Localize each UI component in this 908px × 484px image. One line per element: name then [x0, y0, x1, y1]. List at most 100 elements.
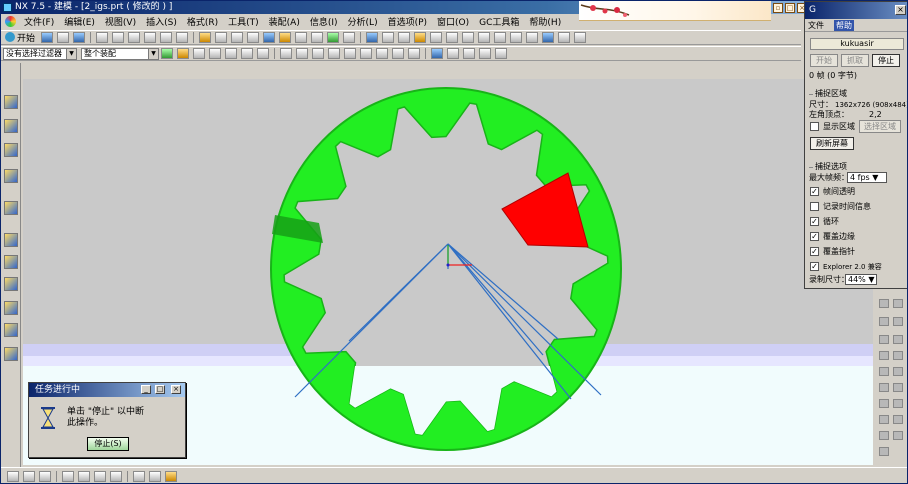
capture-grab-button[interactable]: 抓取 [841, 54, 869, 67]
process-studio-icon[interactable] [4, 277, 18, 291]
dock-icon[interactable] [879, 367, 889, 376]
dock-icon[interactable] [893, 299, 903, 308]
analysis-icon[interactable] [165, 471, 177, 482]
cover-border-checkbox[interactable]: ✓ [810, 232, 819, 241]
dock-icon[interactable] [879, 351, 889, 360]
capture-stop-button[interactable]: 停止 [872, 54, 900, 67]
record-size-dropdown[interactable]: 44% ▼ [845, 274, 877, 285]
wireframe-icon[interactable] [311, 32, 324, 43]
select-point-icon[interactable] [344, 48, 356, 59]
dock-icon[interactable] [879, 447, 889, 456]
stop-button[interactable]: 停止(S) [87, 437, 129, 451]
dock-icon[interactable] [879, 383, 889, 392]
capture-menu-file[interactable]: 文件 [808, 20, 824, 31]
selection-filter-dropdown[interactable]: 没有选择过滤器 ▼ [3, 47, 77, 60]
shaded-icon[interactable] [295, 32, 308, 43]
menu-file[interactable]: 文件(F) [19, 15, 59, 28]
reuse-library-icon[interactable] [4, 169, 18, 183]
fit-view-icon[interactable] [215, 32, 228, 43]
system-materials-icon[interactable] [4, 255, 18, 269]
show-area-checkbox[interactable] [810, 122, 819, 131]
maximize-icon[interactable]: □ [785, 3, 795, 13]
view-front-icon[interactable] [447, 48, 459, 59]
dock-icon[interactable] [893, 367, 903, 376]
web-browser-icon[interactable] [4, 201, 18, 215]
select-curve-icon[interactable] [328, 48, 340, 59]
copy-icon[interactable] [112, 32, 125, 43]
dock-icon[interactable] [893, 383, 903, 392]
paste-icon[interactable] [128, 32, 141, 43]
orient-view-icon[interactable] [263, 32, 276, 43]
record-time-checkbox[interactable] [810, 202, 819, 211]
dock-icon[interactable] [879, 415, 889, 424]
chamfer-icon[interactable] [510, 32, 523, 43]
revolve-icon[interactable] [446, 32, 459, 43]
dock-icon[interactable] [879, 335, 889, 344]
measure-angle-icon[interactable] [149, 471, 161, 482]
snap-midpoint-icon[interactable] [209, 48, 221, 59]
line-icon[interactable] [558, 32, 571, 43]
sketch-icon[interactable] [414, 32, 427, 43]
dock-icon[interactable] [893, 399, 903, 408]
menu-edit[interactable]: 编辑(E) [59, 15, 100, 28]
constraint-navigator-icon[interactable] [4, 119, 18, 133]
menu-format[interactable]: 格式(R) [182, 15, 223, 28]
snap-intersect-icon[interactable] [257, 48, 269, 59]
start-button[interactable]: 开始 [3, 31, 39, 44]
select-edge-icon[interactable] [312, 48, 324, 59]
move-icon[interactable] [62, 471, 74, 482]
general-select-icon[interactable] [177, 48, 189, 59]
loop-checkbox[interactable]: ✓ [810, 217, 819, 226]
dock-icon[interactable] [893, 415, 903, 424]
snap-center-icon[interactable] [225, 48, 237, 59]
redo-icon[interactable] [176, 32, 189, 43]
select-assembly-icon[interactable] [161, 48, 173, 59]
render-style-icon[interactable] [279, 32, 292, 43]
rotate-icon[interactable] [78, 471, 90, 482]
select-face-icon[interactable] [296, 48, 308, 59]
pan-icon[interactable] [247, 32, 260, 43]
menu-analysis[interactable]: 分析(L) [343, 15, 383, 28]
cut-icon[interactable] [96, 32, 109, 43]
view-right-icon[interactable] [479, 48, 491, 59]
measure-icon[interactable] [526, 32, 539, 43]
dock-icon[interactable] [879, 299, 889, 308]
view-top-icon[interactable] [463, 48, 475, 59]
minimize-icon[interactable]: ▫ [773, 3, 783, 13]
menu-window[interactable]: 窗口(O) [432, 15, 474, 28]
dock-icon[interactable] [893, 431, 903, 440]
nx-logo-icon[interactable] [5, 16, 16, 27]
capture-start-button[interactable]: 开始 [810, 54, 838, 67]
assembly-navigator-icon[interactable] [4, 95, 18, 109]
arc-icon[interactable] [574, 32, 587, 43]
show-hide-icon[interactable] [382, 32, 395, 43]
frame-transparent-checkbox[interactable]: ✓ [810, 187, 819, 196]
boss-icon[interactable] [478, 32, 491, 43]
new-file-icon[interactable] [41, 32, 54, 43]
select-line-icon[interactable] [392, 48, 404, 59]
open-file-icon[interactable] [57, 32, 70, 43]
history-icon[interactable] [4, 233, 18, 247]
roles-icon[interactable] [4, 323, 18, 337]
save-icon[interactable] [73, 32, 86, 43]
select-feature-icon[interactable] [280, 48, 292, 59]
selection-filter-icon[interactable] [7, 471, 19, 482]
dock-icon[interactable] [893, 317, 903, 326]
select-arc-center-icon[interactable] [360, 48, 372, 59]
undo-icon[interactable] [160, 32, 173, 43]
menu-insert[interactable]: 插入(S) [141, 15, 182, 28]
assembly-scope-dropdown[interactable]: 整个装配 ▼ [81, 47, 159, 60]
manufacturing-wizard-icon[interactable] [4, 301, 18, 315]
dock-icon[interactable] [893, 351, 903, 360]
menu-help[interactable]: 帮助(H) [524, 15, 566, 28]
command-finder-icon[interactable] [199, 32, 212, 43]
close-icon[interactable]: × [895, 5, 906, 15]
hole-icon[interactable] [462, 32, 475, 43]
snap-grid-icon[interactable] [39, 471, 51, 482]
menu-info[interactable]: 信息(I) [305, 15, 343, 28]
select-area-button[interactable]: 选择区域 [859, 120, 901, 133]
close-icon[interactable]: × [171, 385, 181, 394]
explorer-compat-checkbox[interactable]: ✓ [810, 262, 819, 271]
layer-icon[interactable] [366, 32, 379, 43]
select-tangent-icon[interactable] [376, 48, 388, 59]
